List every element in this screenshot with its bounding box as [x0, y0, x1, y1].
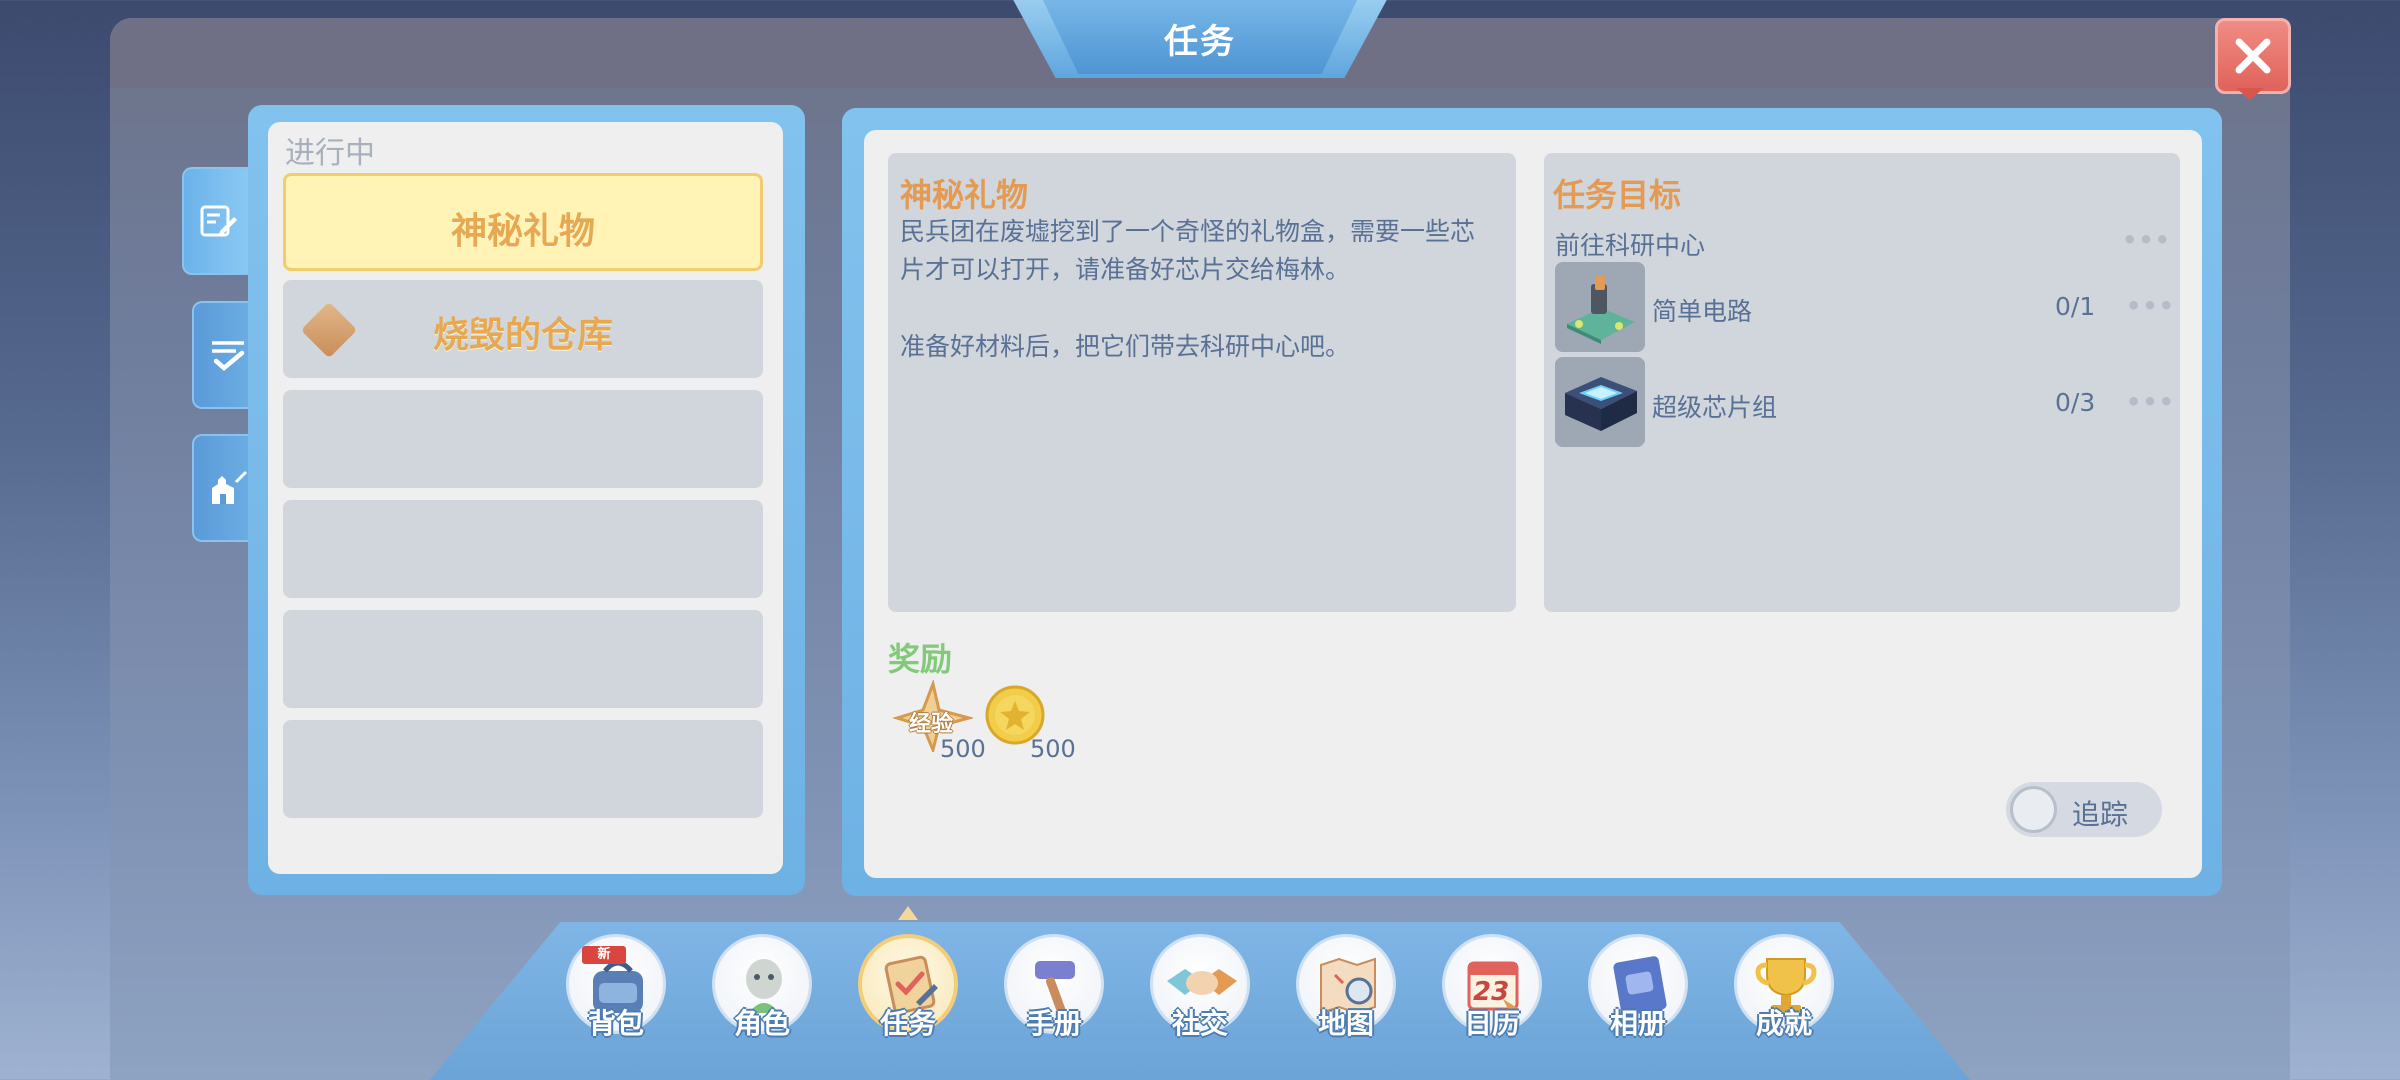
quest-description-line: 片才可以打开，请准备好芯片交给梅林。 [900, 255, 1351, 284]
nav-label: 任务 [879, 1007, 936, 1040]
reward-amount: 500 [940, 735, 986, 763]
chip-set-icon[interactable] [1555, 357, 1645, 447]
nav-label: 成就 [1755, 1007, 1812, 1040]
nav-label: 日历 [1463, 1007, 1520, 1040]
objective-item-more[interactable]: ••• [2126, 388, 2175, 416]
side-tab-active-quests[interactable] [182, 167, 252, 275]
window-title: 任务 [1164, 22, 1236, 62]
rewards-title: 奖励 [888, 640, 953, 678]
objective-item-more[interactable]: ••• [2126, 292, 2175, 320]
active-nav-pointer [898, 906, 918, 920]
quest-list-item[interactable]: 烧毁的仓库 [283, 280, 763, 378]
quest-list-item-label: 烧毁的仓库 [432, 315, 613, 356]
quest-list-item-label: 神秘礼物 [450, 211, 595, 252]
quest-list-item-empty [283, 500, 763, 598]
objectives-title: 任务目标 [1553, 176, 1682, 214]
circuit-board-icon[interactable] [1555, 262, 1645, 352]
new-badge: 新 [582, 946, 626, 964]
quest-list-item-empty [283, 610, 763, 708]
nav-label: 角色 [733, 1007, 790, 1040]
objective-item-progress: 0/3 [2055, 388, 2096, 417]
objective-location: 前往科研中心 [1555, 231, 1706, 260]
track-toggle-knob[interactable] [2010, 786, 2057, 833]
nav-label: 相册 [1609, 1007, 1666, 1040]
nav-label: 地图 [1317, 1007, 1374, 1040]
checklist-icon [212, 341, 245, 371]
close-icon [2235, 38, 2271, 74]
quest-list-item-empty [283, 390, 763, 488]
nav-label: 社交 [1171, 1007, 1228, 1040]
quest-list-item-selected[interactable]: 神秘礼物 [283, 173, 763, 271]
close-button[interactable] [2215, 18, 2291, 94]
reward-amount: 500 [1030, 735, 1076, 763]
objective-location-more[interactable]: ••• [2122, 226, 2171, 254]
quest-list-item-empty [283, 720, 763, 818]
exp-label: 经验 [909, 712, 954, 737]
close-button-tail [2236, 88, 2264, 100]
pencil-list-icon [200, 205, 237, 237]
nav-label: 手册 [1025, 1007, 1082, 1040]
quest-list-header: 进行中 [285, 136, 375, 171]
objective-item-name: 超级芯片组 [1652, 393, 1778, 422]
objective-item-name: 简单电路 [1652, 297, 1753, 326]
nav-label: 背包 [587, 1007, 644, 1040]
track-label: 追踪 [2072, 798, 2129, 831]
objective-item-progress: 0/1 [2055, 292, 2096, 321]
quest-description-line: 民兵团在废墟挖到了一个奇怪的礼物盒，需要一些芯 [900, 217, 1476, 246]
castle-icon [212, 470, 248, 504]
quest-description-line: 准备好材料后，把它们带去科研中心吧。 [900, 332, 1351, 361]
quest-title: 神秘礼物 [900, 176, 1029, 214]
